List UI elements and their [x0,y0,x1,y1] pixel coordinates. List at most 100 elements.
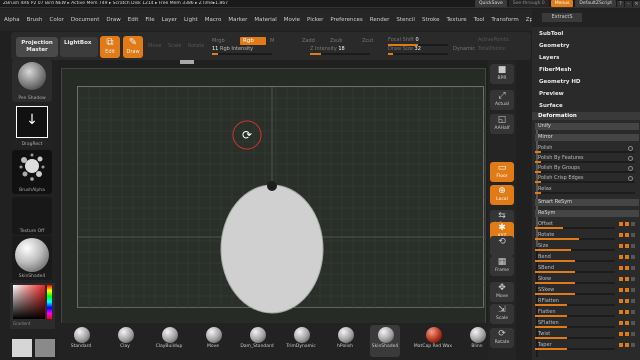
twist-slider[interactable]: Twist [535,331,635,339]
rflatten-slider[interactable]: RFlatten [535,298,635,306]
submenu-geometry-hd[interactable]: Geometry HD [535,77,637,88]
matcap-picker[interactable]: SkinShade4 [12,236,52,280]
actual-button[interactable]: ⤢ Actual [490,90,514,110]
flatten-slider[interactable]: Flatten [535,309,635,317]
sflatten-slider[interactable]: SFlatten [535,320,635,328]
see-through-slider[interactable]: See-through 0 [508,0,549,7]
canvas-scroll-handle[interactable] [180,60,194,64]
extract-button[interactable]: ExtractS [542,13,582,22]
edit-button[interactable]: ⧉ Edit [100,36,120,58]
draw-button[interactable]: ✎ Draw [123,36,143,58]
polish-slider[interactable]: Polish [535,145,635,153]
polish-toggle-icon[interactable] [628,146,633,151]
stroke-picker[interactable]: ↓ DragRect [12,104,52,148]
projection-master-button[interactable]: Projection Master [16,37,58,57]
color-picker[interactable]: Gradient [10,283,55,329]
rotate-slider[interactable]: Rotate [535,232,635,240]
lightbox-button[interactable]: LightBox [60,37,98,57]
menu-stencil[interactable]: Stencil [396,17,415,23]
menu-tool[interactable]: Tool [474,17,485,23]
rgb-button[interactable]: Rgb [240,37,266,45]
menu-layer[interactable]: Layer [162,17,177,23]
brush-standard[interactable]: Standard [66,325,96,357]
brush-move[interactable]: Move [198,325,228,357]
menu-file[interactable]: File [145,17,154,23]
frame-button[interactable]: ▦ Frame [490,256,514,276]
menu-light[interactable]: Light [184,17,198,23]
alpha-picker[interactable]: BrushAlpha [12,150,52,194]
brush-clay[interactable]: Clay [110,325,140,357]
submenu-geometry[interactable]: Geometry [535,41,637,52]
z-intensity-slider[interactable] [310,53,370,55]
menu-draw[interactable]: Draw [106,17,120,23]
close-icon[interactable]: × [633,0,640,7]
menu-alpha[interactable]: Alpha [4,17,20,23]
minimize-icon[interactable]: – [625,0,632,7]
menu-color[interactable]: Color [50,17,64,23]
skew-slider[interactable]: Skew [535,276,635,284]
sskew-slider[interactable]: SSkew [535,287,635,295]
menu-brush[interactable]: Brush [27,17,43,23]
smart-resym-button[interactable]: Smart ReSym [535,199,639,206]
quicksave-button[interactable]: QuickSave [474,0,507,7]
polish-features-toggle-icon[interactable] [628,156,633,161]
zcut-button[interactable]: Zcut [362,38,373,44]
submenu-surface[interactable]: Surface [535,101,637,112]
local-button[interactable]: ⊕ Local [490,185,514,205]
hue-strip[interactable] [47,285,52,319]
menu-render[interactable]: Render [370,17,390,23]
relax-slider[interactable]: Relax [535,186,635,194]
rotate-view-button[interactable]: ⟲ [490,236,514,256]
secondary-color-swatch[interactable] [35,339,55,357]
sflatten-axis-toggles[interactable] [619,321,637,326]
taper-slider[interactable]: Taper [535,342,635,350]
pendant-mesh[interactable] [220,184,324,314]
twist-axis-toggles[interactable] [619,332,637,337]
aahalf-button[interactable]: ◱ AAHalf [490,114,514,134]
mirror-button[interactable]: Mirror [535,134,639,141]
polish-crisp-toggle-icon[interactable] [628,176,633,181]
brush-blinn[interactable]: Blinn [462,325,492,357]
brush-claybuildup[interactable]: ClayBuildup [154,325,184,357]
size-slider[interactable]: Size [535,243,635,251]
menu-preferences[interactable]: Preferences [330,17,362,23]
menu-picker[interactable]: Picker [307,17,323,23]
unify-button[interactable]: Unify [535,123,639,130]
skew-axis-toggles[interactable] [619,277,637,282]
menu-texture[interactable]: Texture [447,17,467,23]
dynamic-button[interactable]: Dynamic [453,46,475,52]
focal-shift-control[interactable]: Focal Shift 0 [388,37,419,43]
scale-button[interactable]: ⇲ Scale [490,304,514,324]
bpr-button[interactable]: ■ BPR [490,64,514,84]
draw-size-control[interactable]: Draw Size 32 [388,46,421,52]
menu-movie[interactable]: Movie [284,17,300,23]
polish-by-features-slider[interactable]: Polish By Features [535,155,635,163]
sskew-axis-toggles[interactable] [619,288,637,293]
submenu-fibermesh[interactable]: FiberMesh [535,65,637,76]
menu-stroke[interactable]: Stroke [422,17,440,23]
rgb-intensity-control[interactable]: 11 Rgb Intensity [212,46,253,52]
sbend-axis-toggles[interactable] [619,266,637,271]
deformation-header[interactable]: Deformation [532,112,640,120]
menu-edit[interactable]: Edit [128,17,139,23]
texture-picker[interactable]: Texture Off [12,197,52,235]
color-field[interactable] [13,285,45,319]
menu-marker[interactable]: Marker [228,17,247,23]
size-axis-toggles[interactable] [619,244,637,249]
menu-macro[interactable]: Macro [205,17,222,23]
floor-button[interactable]: ▭ Floor [490,162,514,182]
menus-button[interactable]: Menus [550,0,574,7]
brush-hpolish[interactable]: hPolish [330,325,360,357]
submenu-preview[interactable]: Preview [535,89,637,100]
polish-by-groups-slider[interactable]: Polish By Groups [535,165,635,173]
resym-button[interactable]: ReSym [535,210,639,217]
zadd-button[interactable]: Zadd [302,38,315,44]
help-icon[interactable]: ? [617,0,624,7]
flatten-axis-toggles[interactable] [619,310,637,315]
scale-mode-button[interactable]: Scale [168,43,181,49]
rotate-axis-toggles[interactable] [619,233,637,238]
material-picker[interactable]: Pen Shadow [12,60,52,102]
rflatten-axis-toggles[interactable] [619,299,637,304]
sbend-slider[interactable]: SBend [535,265,635,273]
rgb-intensity-slider[interactable] [212,53,272,55]
